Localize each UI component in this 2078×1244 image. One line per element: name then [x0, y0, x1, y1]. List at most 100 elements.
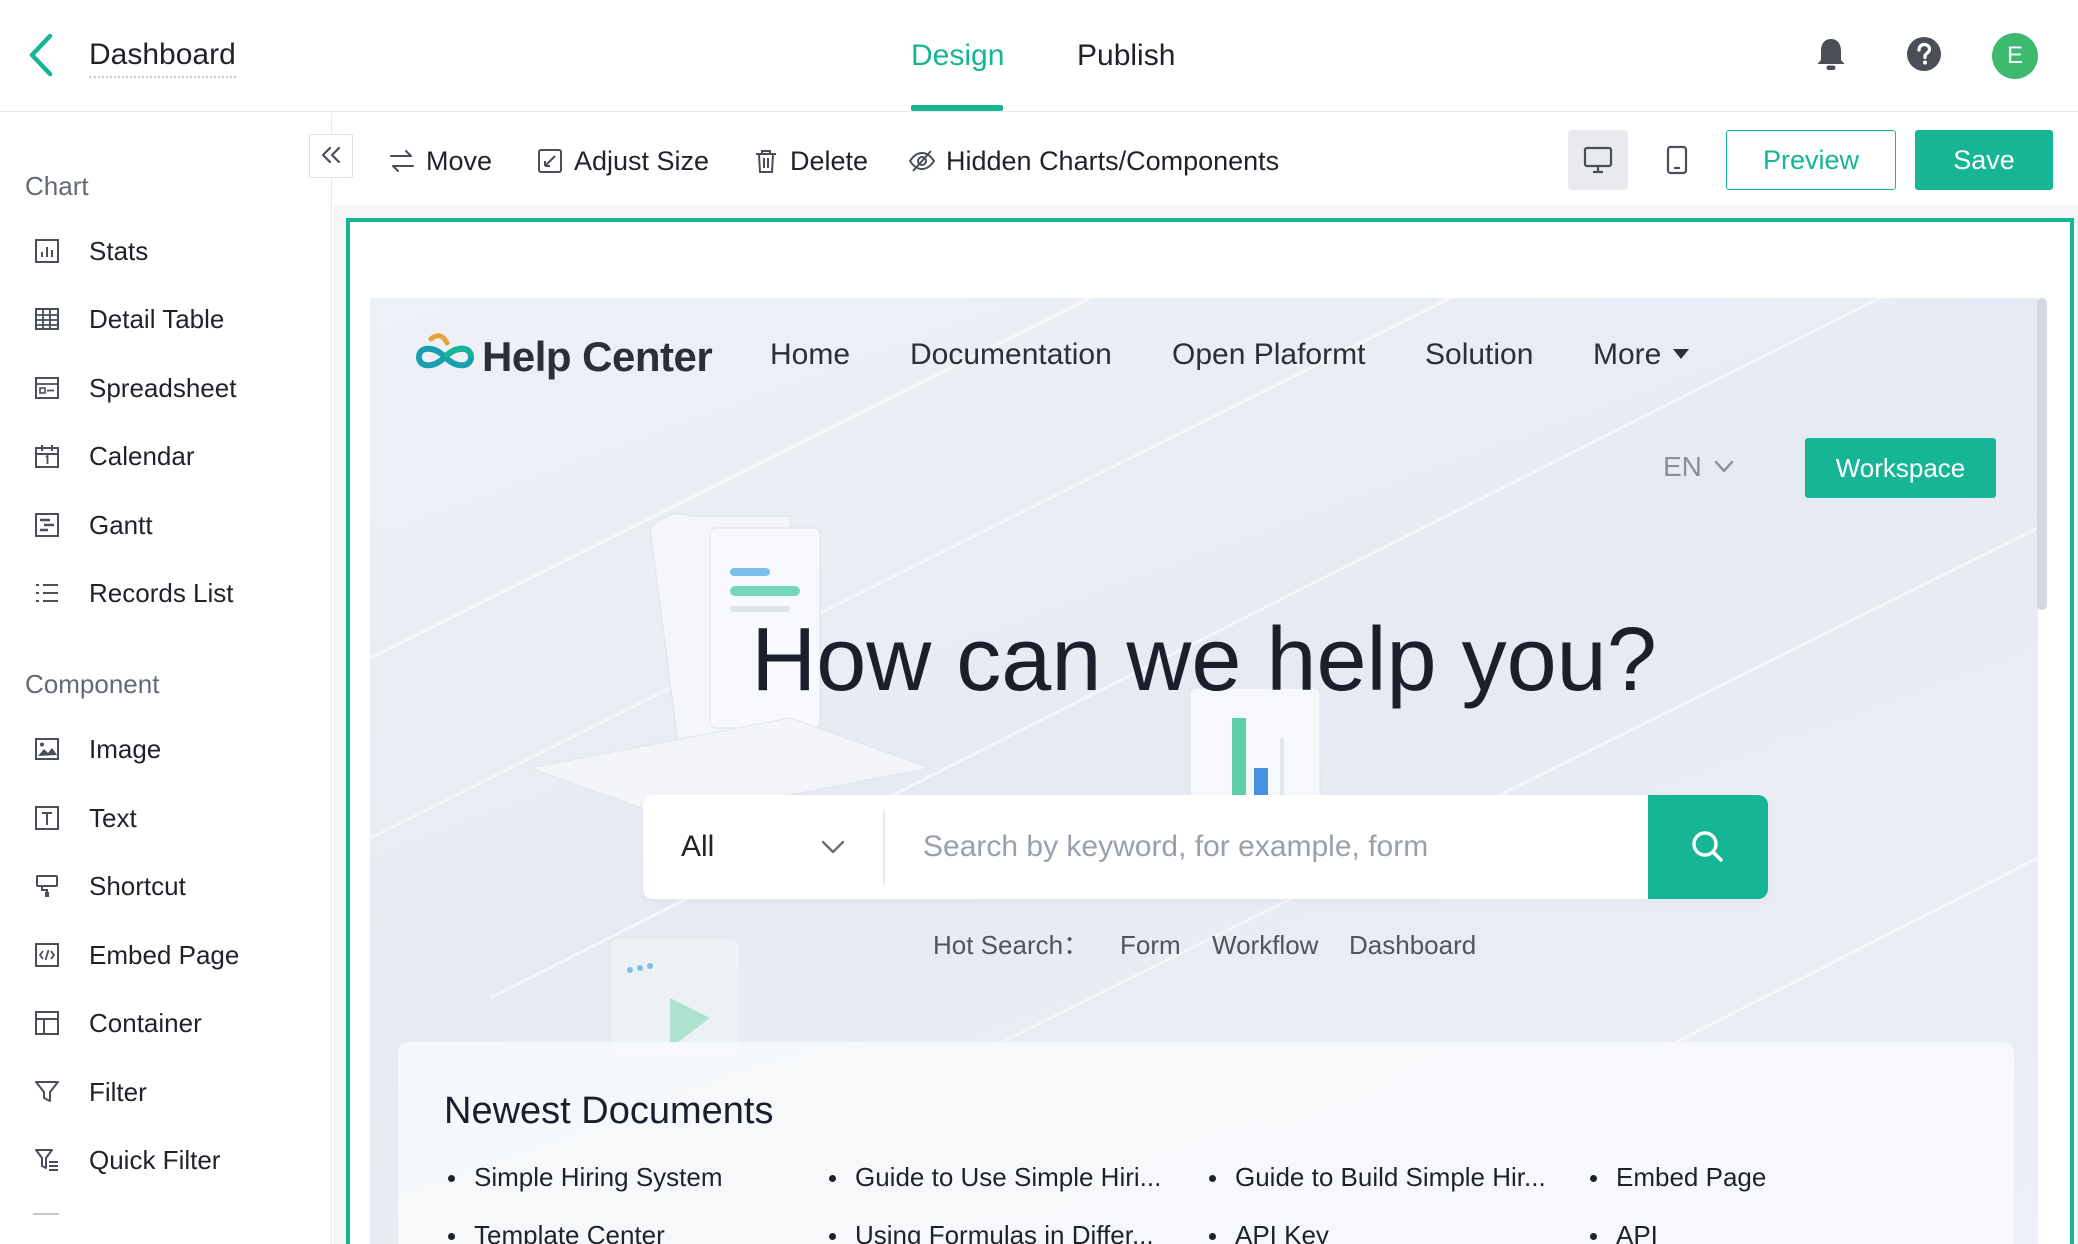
list-icon: [33, 579, 61, 607]
hero-heading: How can we help you?: [751, 610, 1657, 710]
component-sidebar: Chart Stats Detail Table Spreadsheet Cal…: [0, 113, 332, 1244]
newest-documents-card: [398, 1042, 2014, 1244]
search-input[interactable]: [923, 825, 1673, 869]
nav-documentation[interactable]: Documentation: [910, 335, 1112, 375]
sidebar-item-label: Gantt: [89, 510, 153, 540]
sidebar-item-label: Filter: [89, 1077, 147, 1107]
sidebar-item-label: Calendar: [89, 441, 195, 471]
search-bar: All: [643, 795, 1768, 899]
section-title-chart: Chart: [25, 171, 89, 201]
doc-link[interactable]: API Key: [1205, 1218, 1555, 1244]
hot-link-dashboard[interactable]: Dashboard: [1349, 928, 1476, 962]
hot-link-workflow[interactable]: Workflow: [1212, 928, 1318, 962]
sidebar-item-container[interactable]: Container: [0, 993, 330, 1053]
sidebar-item-detail-table[interactable]: Detail Table: [0, 289, 330, 349]
table-icon: [33, 305, 61, 333]
preview-button[interactable]: Preview: [1726, 130, 1896, 190]
tab-design[interactable]: Design: [911, 36, 1004, 76]
sidebar-item-image[interactable]: Image: [0, 719, 330, 779]
sidebar-item-embed-page[interactable]: Embed Page: [0, 925, 330, 985]
active-tab-indicator: [911, 105, 1003, 111]
nav-open-platform[interactable]: Open Plaformt: [1172, 335, 1365, 375]
shortcut-icon: [33, 872, 61, 900]
sidebar-item-calendar[interactable]: Calendar: [0, 426, 330, 486]
sidebar-item-label: Records List: [89, 578, 234, 608]
doc-link[interactable]: Embed Page: [1586, 1160, 1926, 1194]
sidebar-item-label: Spreadsheet: [89, 373, 237, 403]
delete-button[interactable]: Delete: [752, 143, 872, 179]
bell-icon[interactable]: [1813, 36, 1849, 72]
nav-solution[interactable]: Solution: [1425, 335, 1533, 375]
hidden-components-button[interactable]: Hidden Charts/Components: [908, 143, 1280, 179]
mobile-view-button[interactable]: [1647, 130, 1707, 190]
nav-more[interactable]: More: [1593, 335, 1661, 375]
help-center-brand[interactable]: Help Center: [482, 332, 713, 382]
back-arrow-icon[interactable]: [24, 30, 60, 80]
resize-icon: [536, 147, 564, 175]
chevron-down-icon: [1714, 460, 1734, 474]
sidebar-item-label: Embed Page: [89, 940, 240, 970]
user-avatar[interactable]: E: [1992, 33, 2038, 79]
desktop-view-button[interactable]: [1568, 130, 1628, 190]
stats-icon: [33, 237, 61, 265]
newest-documents-title: Newest Documents: [444, 1090, 774, 1132]
embed-icon: [33, 941, 61, 969]
search-scope-select[interactable]: All: [643, 795, 883, 899]
search-icon: [1692, 831, 1723, 862]
help-icon[interactable]: [1906, 36, 1942, 72]
save-button[interactable]: Save: [1915, 130, 2053, 190]
embed-scrollbar[interactable]: [2037, 298, 2047, 610]
search-button[interactable]: [1648, 795, 1768, 899]
spreadsheet-icon: [33, 374, 61, 402]
delete-label: Delete: [790, 146, 869, 176]
dashboard-title[interactable]: Dashboard: [89, 36, 236, 78]
doc-link[interactable]: Simple Hiring System: [444, 1160, 784, 1194]
sidebar-item-records-list[interactable]: Records List: [0, 563, 330, 623]
doc-link[interactable]: API: [1586, 1218, 1926, 1244]
sidebar-item-label: Container: [89, 1008, 202, 1038]
collapse-sidebar-button[interactable]: [309, 134, 353, 178]
move-label: Move: [426, 146, 493, 176]
sidebar-item-label: Image: [89, 734, 162, 764]
adjust-size-label: Adjust Size: [574, 146, 710, 176]
trash-icon: [752, 147, 780, 175]
sidebar-overflow-divider: [33, 1213, 59, 1215]
calendar-icon: [33, 442, 61, 470]
hot-link-form[interactable]: Form: [1120, 928, 1181, 962]
sidebar-item-spreadsheet[interactable]: Spreadsheet: [0, 358, 330, 418]
move-button[interactable]: Move: [388, 143, 498, 179]
eye-off-icon: [908, 147, 936, 175]
sidebar-item-stats[interactable]: Stats: [0, 221, 330, 281]
sidebar-item-label: Quick Filter: [89, 1145, 221, 1175]
quick-filter-icon: [33, 1146, 61, 1174]
language-selector[interactable]: EN: [1663, 448, 1702, 486]
help-center-logo-icon[interactable]: [413, 325, 477, 379]
sidebar-item-gantt[interactable]: Gantt: [0, 495, 330, 555]
hot-search-label: Hot Search：: [933, 930, 1090, 960]
sidebar-item-label: Shortcut: [89, 871, 186, 901]
hidden-components-label: Hidden Charts/Components: [946, 146, 1280, 176]
doc-link[interactable]: Guide to Use Simple Hiri...: [825, 1160, 1175, 1194]
sidebar-item-label: Text: [89, 803, 137, 833]
move-icon: [388, 147, 416, 175]
sidebar-item-shortcut[interactable]: Shortcut: [0, 856, 330, 916]
sidebar-item-filter[interactable]: Filter: [0, 1062, 330, 1122]
gantt-icon: [33, 511, 61, 539]
doc-link[interactable]: Template Center: [444, 1218, 784, 1244]
text-icon: [33, 804, 61, 832]
workspace-button[interactable]: Workspace: [1805, 438, 1996, 498]
chevron-down-icon: [821, 840, 845, 854]
nav-home[interactable]: Home: [770, 335, 850, 375]
sidebar-item-label: Detail Table: [89, 304, 225, 334]
sidebar-item-text[interactable]: Text: [0, 788, 330, 848]
tab-publish[interactable]: Publish: [1077, 36, 1175, 76]
sidebar-item-quick-filter[interactable]: Quick Filter: [0, 1130, 330, 1190]
search-scope-value: All: [681, 830, 715, 863]
adjust-size-button[interactable]: Adjust Size: [536, 143, 716, 179]
container-icon: [33, 1009, 61, 1037]
doc-link[interactable]: Using Formulas in Differ...: [825, 1218, 1175, 1244]
doc-link[interactable]: Guide to Build Simple Hir...: [1205, 1160, 1555, 1194]
top-bar: [0, 0, 2078, 112]
search-divider: [883, 809, 885, 885]
image-icon: [33, 735, 61, 763]
